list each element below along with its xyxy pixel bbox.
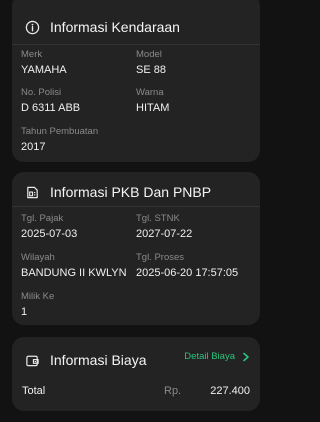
- field-merk: Merk YAMAHA: [21, 49, 67, 77]
- field-model-label: Model: [136, 49, 162, 60]
- field-milik-ke-label: Milik Ke: [21, 291, 55, 302]
- field-tgl-stnk: Tgl. STNK 2027-07-22: [136, 213, 192, 241]
- pkb-info-card: Informasi PKB Dan PNBP Tgl. Pajak 2025-0…: [12, 172, 260, 325]
- field-tgl-proses-label: Tgl. Proses: [136, 252, 185, 263]
- field-warna-value: HITAM: [136, 102, 170, 114]
- field-tgl-proses: Tgl. Proses 2025-06-20 17:57:05: [136, 252, 238, 280]
- field-tgl-proses-value: 2025-06-20 17:57:05: [136, 267, 239, 279]
- info-circle-icon: [24, 19, 40, 35]
- field-wilayah-value: BANDUNG II KWLYN: [21, 267, 127, 279]
- chevron-right-icon[interactable]: [242, 352, 250, 362]
- field-merk-value: YAMAHA: [21, 64, 67, 76]
- field-warna: Warna HITAM: [136, 87, 169, 115]
- field-tgl-pajak: Tgl. Pajak 2025-07-03: [21, 213, 77, 241]
- field-milik-ke: Milik Ke 1: [21, 291, 54, 319]
- detail-biaya-link[interactable]: Detail Biaya: [184, 351, 250, 362]
- total-value: 227.400: [210, 385, 250, 397]
- vehicle-info-title: Informasi Kendaraan: [50, 19, 180, 35]
- field-tgl-pajak-label: Tgl. Pajak: [21, 213, 64, 224]
- field-model-value: SE 88: [136, 64, 166, 76]
- pkb-info-divider: [12, 206, 260, 207]
- field-model: Model SE 88: [136, 49, 166, 77]
- vehicle-info-divider: [12, 44, 260, 45]
- field-tahun-pembuatan: Tahun Pembuatan 2017: [21, 126, 98, 154]
- wallet-icon: [24, 352, 40, 368]
- field-warna-label: Warna: [136, 87, 164, 98]
- field-no-polisi: No. Polisi D 6311 ABB: [21, 87, 80, 115]
- field-merk-label: Merk: [21, 49, 43, 60]
- total-label: Total: [22, 385, 46, 397]
- biaya-info-card: Informasi Biaya Detail Biaya Total Rp. 2…: [12, 337, 260, 411]
- vehicle-info-card: Informasi Kendaraan Merk YAMAHA Model SE…: [12, 0, 260, 162]
- field-tahun-pembuatan-label: Tahun Pembuatan: [21, 126, 99, 137]
- biaya-info-title: Informasi Biaya: [50, 352, 147, 368]
- field-tgl-pajak-value: 2025-07-03: [21, 228, 78, 240]
- pkb-info-title: Informasi PKB Dan PNBP: [50, 184, 212, 200]
- field-milik-ke-value: 1: [21, 306, 28, 318]
- field-no-polisi-label: No. Polisi: [21, 87, 62, 98]
- field-wilayah: Wilayah BANDUNG II KWLYN: [21, 252, 127, 280]
- field-no-polisi-value: D 6311 ABB: [21, 102, 81, 114]
- field-wilayah-label: Wilayah: [21, 252, 55, 263]
- detail-biaya-label[interactable]: Detail Biaya: [184, 351, 235, 362]
- pkb-info-header: Informasi PKB Dan PNBP: [24, 184, 211, 200]
- biaya-info-header: Informasi Biaya: [24, 352, 146, 368]
- total-currency: Rp.: [164, 385, 182, 397]
- document-icon: [24, 184, 40, 200]
- field-tgl-stnk-label: Tgl. STNK: [136, 213, 180, 224]
- vehicle-info-header: Informasi Kendaraan: [24, 19, 180, 35]
- field-tahun-pembuatan-value: 2017: [21, 141, 46, 153]
- field-tgl-stnk-value: 2027-07-22: [136, 228, 193, 240]
